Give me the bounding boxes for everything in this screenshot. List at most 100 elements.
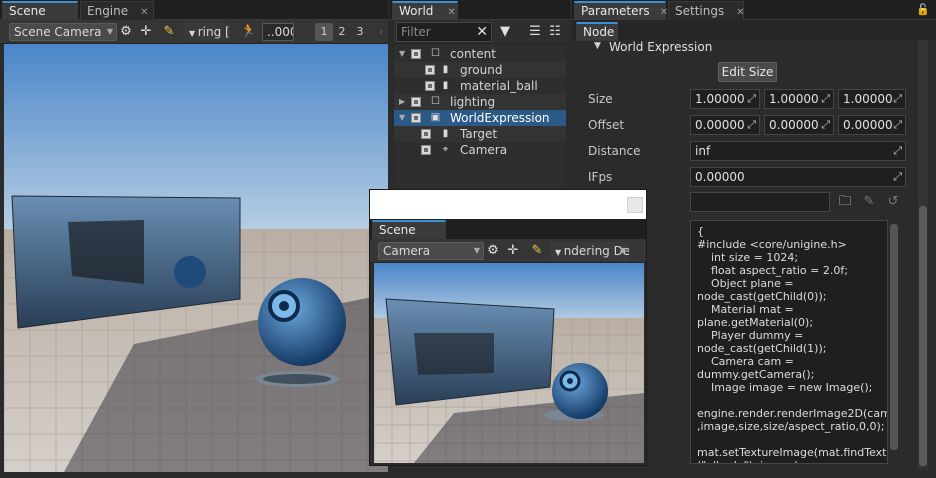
expand-arrow-icon[interactable]: ⤢	[747, 90, 756, 108]
enabled-checkbox[interactable]	[425, 65, 435, 75]
gear-icon[interactable]: ⚙	[117, 23, 135, 41]
expand-arrow-icon[interactable]: ⤢	[893, 90, 902, 108]
chevron-down-icon[interactable]: ▼	[399, 110, 405, 126]
code-line: node_cast(getChild(0));	[697, 290, 827, 303]
file-path-field[interactable]	[690, 192, 830, 212]
offset-x-value: 0.00000	[695, 118, 745, 132]
camera-icon: ⌖	[442, 144, 449, 155]
enabled-checkbox[interactable]	[411, 49, 421, 59]
view-3-button[interactable]: 3	[351, 23, 369, 41]
tab-node[interactable]: Node	[576, 22, 618, 41]
speed-field[interactable]: ..000	[262, 23, 294, 41]
tree-row-target[interactable]: ▮ Target	[394, 126, 566, 142]
tree-label: material_ball	[460, 79, 538, 93]
offset-z-field[interactable]: 0.00000 ⤢	[838, 115, 906, 135]
enabled-checkbox[interactable]	[421, 129, 431, 139]
size-y-field[interactable]: 1.00000 ⤢	[764, 89, 834, 109]
lock-icon[interactable]: 🔓	[914, 1, 932, 19]
tree-row-material-ball[interactable]: ▮ material_ball	[394, 78, 566, 94]
tab-settings[interactable]: Settings ✕	[668, 1, 745, 20]
expand-arrow-icon[interactable]: ⤢	[747, 116, 756, 134]
scene2-render-mode-select[interactable]: ▼ ndering Del ▼	[550, 242, 630, 260]
move-icon[interactable]: ✛	[504, 242, 522, 260]
scroll-right-icon[interactable]: ›	[372, 23, 390, 41]
close-icon[interactable]: ✕	[447, 7, 455, 18]
close-icon[interactable]: ✕	[140, 7, 148, 18]
code-line: #include <core/unigine.h>	[697, 238, 847, 251]
tree-row-worldexpression[interactable]: ▼ ▣ WorldExpression	[394, 110, 566, 126]
chevron-down-icon[interactable]: ▼	[399, 46, 405, 62]
mesh-icon: ▮	[442, 64, 449, 75]
expand-arrow-icon[interactable]: ⤢	[893, 116, 902, 134]
brush-icon[interactable]: ✎	[160, 23, 178, 41]
scene2-toolbar: Camera ▼ ⚙ ✛ ✎ ▼ ndering Del ▼	[370, 239, 646, 263]
tab-scene2[interactable]: Scene 2✕	[372, 220, 446, 254]
section-chevron-icon[interactable]: ▼	[594, 41, 601, 51]
scene1-viewport[interactable]	[4, 44, 388, 472]
offset-y-value: 0.00000	[769, 118, 819, 132]
expand-tree-icon[interactable]: ☰	[526, 23, 544, 41]
close-icon[interactable]: ✕	[736, 7, 744, 18]
offset-y-field[interactable]: 0.00000 ⤢	[764, 115, 834, 135]
tab-node-label: Node	[583, 25, 615, 39]
collapse-tree-icon[interactable]: ☷	[546, 23, 564, 41]
section-title: World Expression	[609, 40, 713, 54]
tab-engine[interactable]: Engine ✕	[80, 1, 154, 20]
tab-world[interactable]: World ✕	[392, 1, 458, 20]
scrollbar-thumb[interactable]	[919, 206, 927, 466]
folder-icon[interactable]: 🗀	[836, 193, 854, 211]
enabled-checkbox[interactable]	[411, 97, 421, 107]
edit-size-button[interactable]: Edit Size	[718, 62, 777, 82]
expression-code-editor[interactable]: {#include <core/unigine.h> int size = 10…	[690, 220, 888, 464]
filter-input[interactable]: Filter ✕	[396, 22, 492, 42]
enabled-checkbox[interactable]	[421, 145, 431, 155]
move-icon[interactable]: ✛	[137, 23, 155, 41]
view-1-button[interactable]: 1	[315, 23, 333, 41]
reset-icon[interactable]: ↺	[884, 193, 902, 211]
scene2-titlebar[interactable]	[370, 190, 646, 219]
chevron-right-icon[interactable]: ▶	[399, 94, 405, 110]
code-line: mat.setTextureImage(mat.findTexture	[697, 433, 888, 459]
tree-row-camera[interactable]: ⌖ Camera	[394, 142, 566, 158]
enabled-checkbox[interactable]	[425, 81, 435, 91]
scene2-window: Scene 2✕ Camera ▼ ⚙ ✛ ✎ ▼ ndering Del▼	[369, 189, 647, 466]
scene2-close-icon[interactable]	[627, 197, 643, 213]
tree-label: content	[450, 47, 496, 61]
filter-placeholder: Filter	[401, 25, 431, 39]
tree-row-ground[interactable]: ▮ ground	[394, 62, 566, 78]
tab-parameters[interactable]: Parameters ✕	[574, 1, 668, 20]
gear-icon[interactable]: ⚙	[484, 242, 502, 260]
expand-arrow-icon[interactable]: ⤢	[893, 168, 902, 186]
code-line: Material mat =	[697, 303, 794, 316]
speed-value: ..000	[267, 25, 293, 39]
tab-scene1[interactable]: Scene 1✕	[2, 1, 78, 35]
view-2-button[interactable]: 2	[333, 23, 351, 41]
edit-icon[interactable]: ✎	[860, 193, 878, 211]
close-icon[interactable]: ✕	[660, 7, 668, 18]
tree-row-content[interactable]: ▼ ☐ content	[394, 46, 566, 62]
brush-icon[interactable]: ✎	[528, 242, 546, 260]
scene2-viewport[interactable]	[374, 263, 644, 463]
offset-x-field[interactable]: 0.00000 ⤢	[690, 115, 760, 135]
scene2-camera-select[interactable]: Camera ▼	[378, 242, 484, 260]
distance-field[interactable]: inf ⤢	[690, 141, 906, 161]
enabled-checkbox[interactable]	[411, 113, 421, 123]
expand-arrow-icon[interactable]: ⤢	[821, 90, 830, 108]
world-toolbar: Filter ✕ ▼ ☰ ☷	[394, 20, 570, 44]
render-mode-value: ring [	[197, 25, 230, 39]
expression-icon: ▣	[430, 112, 441, 123]
tree-row-lighting[interactable]: ▶ ☐ lighting	[394, 94, 566, 110]
expand-arrow-icon[interactable]: ⤢	[893, 142, 902, 160]
render-mode-select[interactable]: ▼ ring [	[184, 23, 230, 41]
mesh-icon: ▮	[442, 128, 449, 139]
expand-arrow-icon[interactable]: ⤢	[821, 116, 830, 134]
size-x-field[interactable]: 1.00000 ⤢	[690, 89, 760, 109]
clear-icon[interactable]: ✕	[476, 23, 488, 41]
scene1-render	[4, 44, 388, 472]
running-icon[interactable]: 🏃	[240, 23, 258, 41]
ifps-field[interactable]: 0.00000 ⤢	[690, 167, 906, 187]
filter-funnel-icon[interactable]: ▼	[496, 23, 514, 41]
size-z-field[interactable]: 1.00000 ⤢	[838, 89, 906, 109]
camera-select[interactable]: Scene Camera ▼	[9, 23, 117, 41]
code-scrollbar-thumb[interactable]	[890, 224, 898, 450]
